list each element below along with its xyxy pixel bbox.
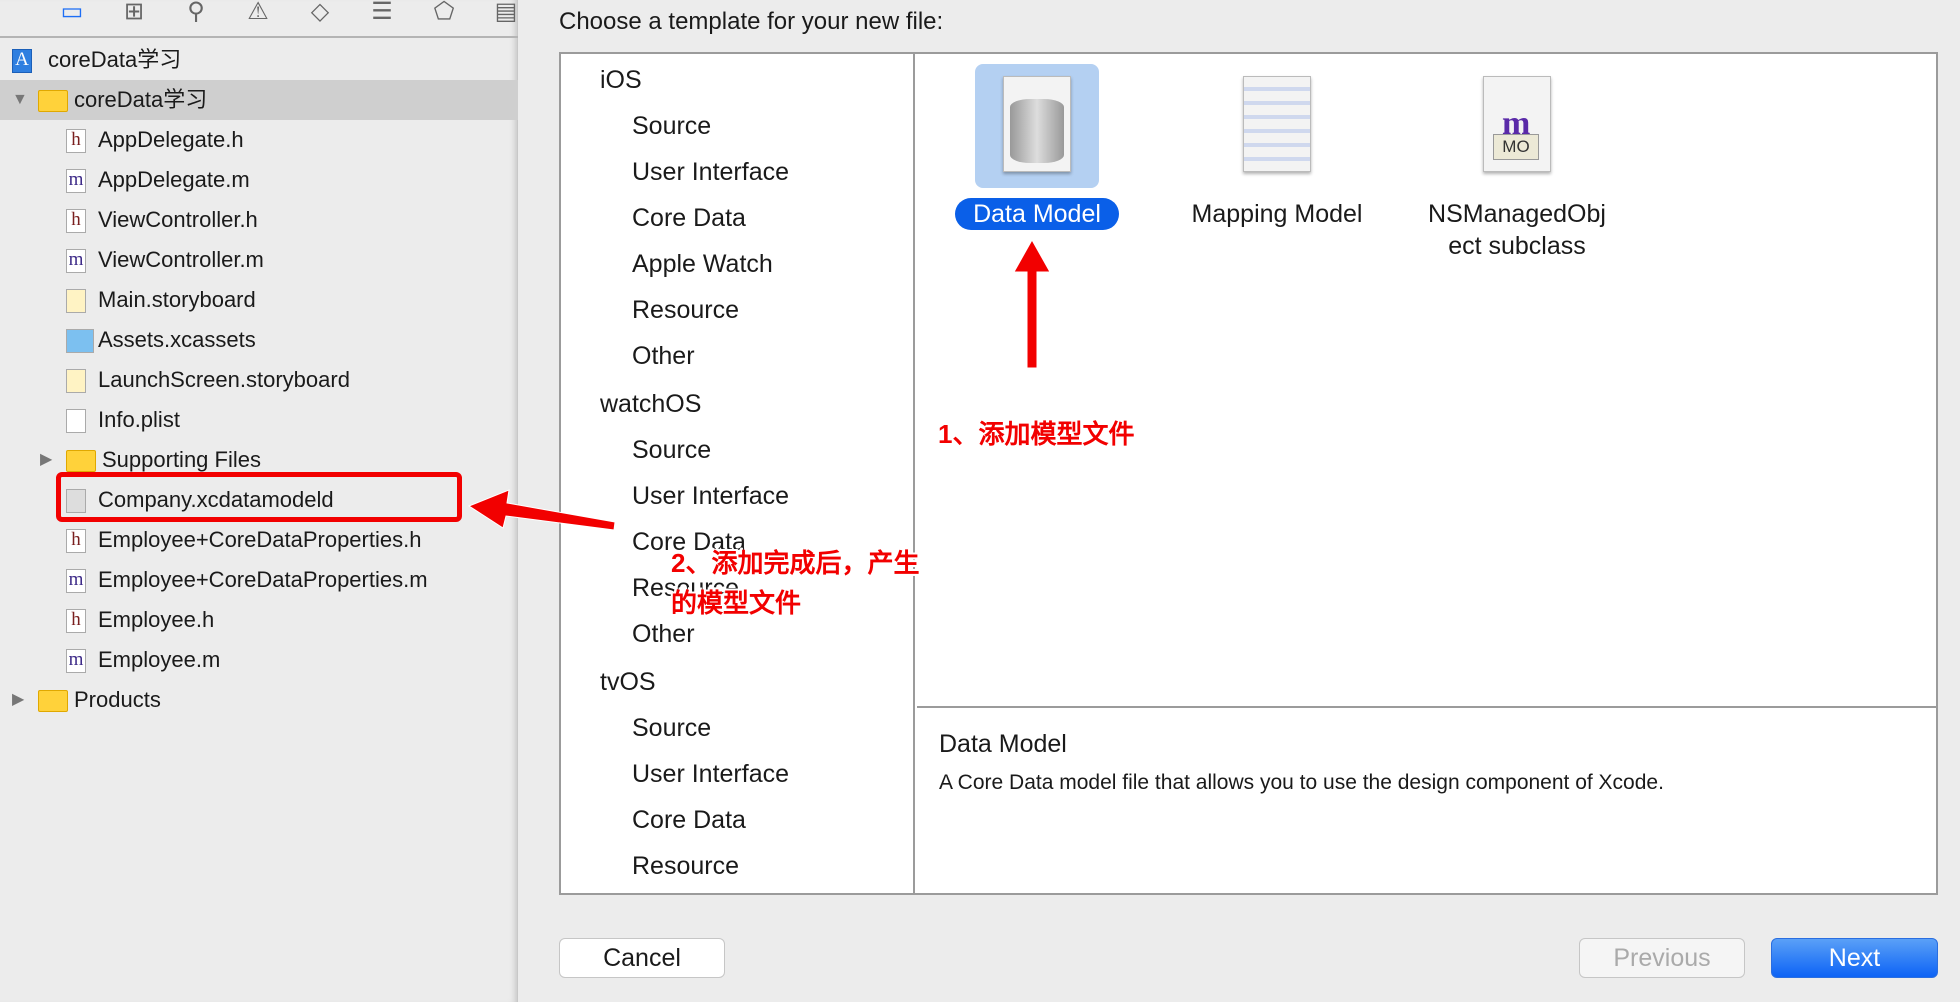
storyboard-file-icon bbox=[66, 369, 86, 393]
category-item[interactable]: Source bbox=[632, 714, 711, 743]
annotation-2-line1: 2、添加完成后，产生 bbox=[671, 548, 920, 578]
navigator-item-label: AppDelegate.m bbox=[98, 167, 250, 192]
mapping-model-icon bbox=[1215, 64, 1339, 188]
description-title: Data Model bbox=[939, 730, 1067, 758]
navigator-toolbar: ▭ ⊞ ⚲ ⚠ ◇ ☰ ⬠ ▤ bbox=[0, 0, 518, 38]
disclosure-closed-icon[interactable]: ▶ bbox=[40, 440, 52, 480]
folder-icon bbox=[38, 690, 68, 712]
folder-icon bbox=[66, 450, 96, 472]
managed-object-icon: m MO bbox=[1455, 64, 1579, 188]
mo-badge: MO bbox=[1493, 134, 1539, 160]
h-file-icon: h bbox=[66, 609, 86, 633]
navigator-item-label: AppDelegate.h bbox=[98, 127, 244, 152]
navigator-item-label: coreData学习 bbox=[74, 87, 208, 112]
h-file-icon: h bbox=[66, 209, 86, 233]
template-description: Data Model A Core Data model file that a… bbox=[917, 710, 1936, 893]
template-panel: iOS Source User Interface Core Data Apple Wa… bbox=[559, 52, 1938, 895]
navigator-item-label: Employee+CoreDataProperties.m bbox=[98, 567, 428, 592]
h-file-icon: h bbox=[66, 129, 86, 153]
navigator-item-label: LaunchScreen.storyboard bbox=[98, 367, 350, 392]
navigator-item[interactable]: m Employee.m bbox=[0, 640, 518, 680]
navigator-item[interactable]: ▶ Products bbox=[0, 680, 518, 720]
category-item[interactable]: User Interface bbox=[632, 482, 789, 511]
h-file-icon: h bbox=[66, 529, 86, 553]
description-text: A Core Data model file that allows you t… bbox=[939, 771, 1664, 794]
template-label: Data Model bbox=[955, 198, 1119, 230]
project-navigator-icon[interactable]: ▭ bbox=[57, 0, 87, 26]
category-header: tvOS bbox=[600, 668, 656, 696]
m-file-icon: m bbox=[66, 249, 86, 273]
navigator-item[interactable]: m ViewController.m bbox=[0, 240, 518, 280]
template-item[interactable]: m MO NSManagedObj ect subclass bbox=[1397, 64, 1637, 262]
navigator-item[interactable]: Assets.xcassets bbox=[0, 320, 518, 360]
disclosure-closed-icon[interactable]: ▶ bbox=[12, 680, 24, 720]
annotation-highlight-box bbox=[56, 472, 462, 522]
navigator-item-label: ViewController.h bbox=[98, 207, 258, 232]
category-item[interactable]: User Interface bbox=[632, 760, 789, 789]
navigator-item-label: ViewController.m bbox=[98, 247, 264, 272]
previous-button[interactable]: Previous bbox=[1579, 938, 1745, 978]
hierarchy-icon[interactable]: ⊞ bbox=[119, 0, 149, 26]
navigator-item[interactable]: Main.storyboard bbox=[0, 280, 518, 320]
navigator-item[interactable]: Info.plist bbox=[0, 400, 518, 440]
navigator-item[interactable]: m Employee+CoreDataProperties.m bbox=[0, 560, 518, 600]
navigator-item[interactable]: AcoreData学习 bbox=[0, 40, 518, 80]
template-item[interactable]: Mapping Model bbox=[1157, 64, 1397, 230]
cancel-button[interactable]: Cancel bbox=[559, 938, 725, 978]
navigator-item[interactable]: h ViewController.h bbox=[0, 200, 518, 240]
category-item[interactable]: Resource bbox=[632, 852, 739, 881]
storyboard-file-icon bbox=[66, 289, 86, 313]
category-item[interactable]: Source bbox=[632, 436, 711, 465]
m-file-icon: m bbox=[66, 569, 86, 593]
m-file-icon: m bbox=[66, 169, 86, 193]
disclosure-open-icon[interactable]: ▼ bbox=[12, 80, 28, 120]
category-item[interactable]: Source bbox=[632, 112, 711, 141]
category-list[interactable]: iOS Source User Interface Core Data Apple Wa… bbox=[561, 54, 915, 893]
template-label: Mapping Model bbox=[1191, 200, 1363, 228]
template-label: NSManagedObj ect subclass bbox=[1428, 200, 1606, 260]
category-item[interactable]: Resource bbox=[632, 296, 739, 325]
folder-icon bbox=[38, 90, 68, 112]
category-header: watchOS bbox=[600, 390, 702, 418]
annotation-2-line2: 的模型文件 bbox=[671, 588, 802, 618]
template-item[interactable]: Data Model bbox=[917, 64, 1157, 230]
navigator-item-label: Main.storyboard bbox=[98, 287, 256, 312]
category-item[interactable]: Other bbox=[632, 342, 695, 371]
category-item[interactable]: Other bbox=[632, 620, 695, 649]
navigator-item-label: Info.plist bbox=[98, 407, 180, 432]
category-item[interactable]: Core Data bbox=[632, 806, 746, 835]
category-item[interactable]: User Interface bbox=[632, 158, 789, 187]
navigator-item[interactable]: LaunchScreen.storyboard bbox=[0, 360, 518, 400]
navigator-item[interactable]: h AppDelegate.h bbox=[0, 120, 518, 160]
project-icon: A bbox=[12, 49, 32, 73]
navigator-item[interactable]: h Employee+CoreDataProperties.h bbox=[0, 520, 518, 560]
navigator-item-label: coreData学习 bbox=[48, 47, 182, 72]
template-grid: Data Model Mapping Model m MO NSManagedObj e… bbox=[917, 54, 1936, 708]
comment-icon[interactable]: ▤ bbox=[491, 0, 521, 26]
data-model-icon bbox=[975, 64, 1099, 188]
navigator-item-label: Products bbox=[74, 687, 161, 712]
search-icon[interactable]: ⚲ bbox=[181, 0, 211, 26]
breakpoint-icon[interactable]: ◇ bbox=[305, 0, 335, 26]
navigator-item-label: Employee+CoreDataProperties.h bbox=[98, 527, 422, 552]
tag-icon[interactable]: ⬠ bbox=[429, 0, 459, 26]
navigator-item[interactable]: h Employee.h bbox=[0, 600, 518, 640]
navigator-item-label: Employee.m bbox=[98, 647, 221, 672]
navigator-item-label: Employee.h bbox=[98, 607, 215, 632]
dialog-title: Choose a template for your new file: bbox=[559, 8, 944, 35]
category-header: iOS bbox=[600, 66, 642, 94]
plist-file-icon bbox=[66, 409, 86, 433]
category-item[interactable]: Core Data bbox=[632, 204, 746, 233]
navigator-item-label: Assets.xcassets bbox=[98, 327, 256, 352]
annotation-1: 1、添加模型文件 bbox=[938, 419, 1135, 449]
category-item[interactable]: Apple Watch bbox=[632, 250, 773, 279]
report-icon[interactable]: ☰ bbox=[367, 0, 397, 26]
navigator-item[interactable]: m AppDelegate.m bbox=[0, 160, 518, 200]
m-file-icon: m bbox=[66, 649, 86, 673]
assets-file-icon bbox=[66, 329, 94, 353]
next-button[interactable]: Next bbox=[1771, 938, 1938, 978]
navigator-item[interactable]: ▼ coreData学习 bbox=[0, 80, 518, 120]
warning-icon[interactable]: ⚠ bbox=[243, 0, 273, 26]
